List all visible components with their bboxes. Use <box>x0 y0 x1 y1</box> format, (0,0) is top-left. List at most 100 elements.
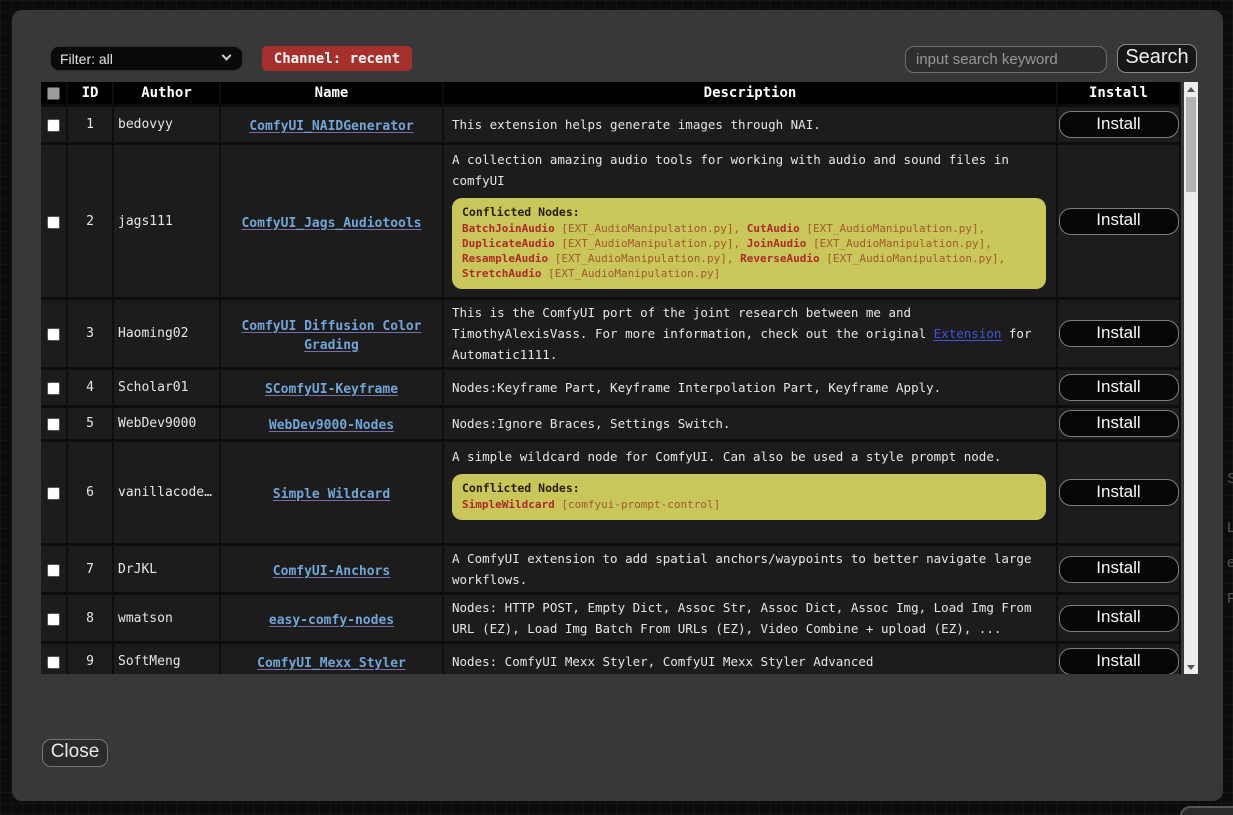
row-description: A ComfyUI extension to add spatial ancho… <box>444 546 1056 592</box>
conflict-source: [EXT_AudioManipulation.py], <box>555 237 747 250</box>
column-header-name: Name <box>221 82 442 104</box>
description-text: A simple wildcard node for ComfyUI. Can … <box>452 449 1001 464</box>
table-scrollbar[interactable] <box>1184 82 1198 674</box>
comfyui-canvas-background: { "header_bar": { "filter_label": "Filte… <box>0 0 1233 815</box>
conflict-source: [EXT_AudioManipulation.py], <box>820 252 1005 265</box>
row-description: This extension helps generate images thr… <box>444 107 1056 142</box>
background-menu-fragment: L <box>1227 519 1233 536</box>
row-checkbox[interactable] <box>47 216 60 229</box>
table-row: 2 jags111 ComfyUI_Jags_Audiotools A coll… <box>41 145 1179 297</box>
header-checkbox-cell <box>41 82 66 104</box>
table-row: 1 bedovyy ComfyUI_NAIDGenerator This ext… <box>41 107 1179 142</box>
conflict-title: Conflicted Nodes: <box>462 205 1036 220</box>
extension-name-link[interactable]: ComfyUI_Mexx_Styler <box>257 656 406 671</box>
row-id: 1 <box>68 107 112 142</box>
description-text: This is the ComfyUI port of the joint re… <box>452 305 934 341</box>
search-button[interactable]: Search <box>1117 44 1197 73</box>
extension-name-link[interactable]: ComfyUI-Anchors <box>273 564 390 579</box>
external-extension-link[interactable]: Extension <box>934 326 1002 341</box>
conflicted-nodes-warning: Conflicted Nodes: BatchJoinAudio [EXT_Au… <box>452 198 1046 289</box>
row-author: DrJKL <box>114 546 219 592</box>
table-row: 6 vanillacode… Simple Wildcard A simple … <box>41 442 1179 543</box>
conflict-node: CutAudio <box>747 222 800 235</box>
extension-name-link[interactable]: WebDev9000-Nodes <box>269 418 394 433</box>
install-button[interactable]: Install <box>1059 320 1179 347</box>
row-checkbox[interactable] <box>47 382 60 395</box>
scrollbar-thumb[interactable] <box>1186 97 1196 192</box>
background-menu-fragment: e <box>1227 554 1233 571</box>
extension-name-link[interactable]: ComfyUI_Jags_Audiotools <box>241 216 421 231</box>
select-all-checkbox[interactable] <box>47 87 60 100</box>
row-description: This is the ComfyUI port of the joint re… <box>444 300 1056 367</box>
filter-dropdown[interactable]: Filter: all <box>50 46 243 71</box>
install-button[interactable]: Install <box>1059 556 1179 583</box>
search-input[interactable] <box>905 46 1107 73</box>
install-button[interactable]: Install <box>1059 648 1179 674</box>
row-checkbox[interactable] <box>47 328 60 341</box>
conflict-node: DuplicateAudio <box>462 237 555 250</box>
channel-badge[interactable]: Channel: recent <box>262 46 412 71</box>
extension-name-link[interactable]: ComfyUI Diffusion Color Grading <box>241 319 421 353</box>
row-description: Nodes:Ignore Braces, Settings Switch. <box>444 408 1056 439</box>
table-row: 5 WebDev9000 WebDev9000-Nodes Nodes:Igno… <box>41 408 1179 439</box>
extension-name-link[interactable]: ComfyUI_NAIDGenerator <box>249 119 413 134</box>
table-header-row: ID Author Name Description Install <box>41 82 1179 104</box>
table-row: 8 wmatson easy-comfy-nodes Nodes: HTTP P… <box>41 595 1179 641</box>
description-text: A collection amazing audio tools for wor… <box>452 152 1009 188</box>
triangle-down-icon <box>1187 665 1195 670</box>
column-header-author: Author <box>114 82 219 104</box>
row-id: 7 <box>68 546 112 592</box>
conflict-source: [comfyui-prompt-control] <box>555 498 721 511</box>
row-description: A collection amazing audio tools for wor… <box>444 145 1056 297</box>
row-id: 4 <box>68 370 112 405</box>
conflict-source: [EXT_AudioManipulation.py], <box>548 252 740 265</box>
conflict-source: [EXT_AudioManipulation.py], <box>800 222 985 235</box>
row-description: Nodes: ComfyUI Mexx Styler, ComfyUI Mexx… <box>444 644 1056 674</box>
scroll-up-button[interactable] <box>1184 82 1198 96</box>
triangle-up-icon <box>1187 87 1195 92</box>
table-row: 4 Scholar01 SComfyUI-Keyframe Nodes:Keyf… <box>41 370 1179 405</box>
conflicted-nodes-warning: Conflicted Nodes: SimpleWildcard [comfyu… <box>452 474 1046 520</box>
scroll-down-button[interactable] <box>1184 660 1198 674</box>
row-checkbox[interactable] <box>47 656 60 669</box>
conflict-node: SimpleWildcard <box>462 498 555 511</box>
extension-name-link[interactable]: easy-comfy-nodes <box>269 613 394 628</box>
background-menu-fragment: P <box>1227 590 1233 607</box>
row-id: 6 <box>68 442 112 543</box>
extension-name-link[interactable]: SComfyUI-Keyframe <box>265 382 398 397</box>
row-author: Scholar01 <box>114 370 219 405</box>
row-checkbox[interactable] <box>47 613 60 626</box>
row-id: 3 <box>68 300 112 367</box>
install-button[interactable]: Install <box>1059 208 1179 235</box>
custom-nodes-table: ID Author Name Description Install 1 bed… <box>41 82 1181 674</box>
custom-nodes-install-dialog: Filter: all Channel: recent Search ID Au… <box>12 10 1223 801</box>
row-checkbox[interactable] <box>47 487 60 500</box>
install-button[interactable]: Install <box>1059 410 1179 437</box>
nodes-table-viewport: ID Author Name Description Install 1 bed… <box>41 82 1184 674</box>
extension-name-link[interactable]: Simple Wildcard <box>273 487 390 502</box>
conflict-node: ReverseAudio <box>740 252 819 265</box>
row-description: Nodes:Keyframe Part, Keyframe Interpolat… <box>444 370 1056 405</box>
column-header-id: ID <box>68 82 112 104</box>
row-author: wmatson <box>114 595 219 641</box>
conflict-source: [EXT_AudioManipulation.py], <box>555 222 747 235</box>
install-button[interactable]: Install <box>1059 479 1179 506</box>
row-author: vanillacode… <box>114 442 219 543</box>
row-id: 9 <box>68 644 112 674</box>
install-button[interactable]: Install <box>1059 111 1179 138</box>
column-header-description: Description <box>444 82 1056 104</box>
close-button[interactable]: Close <box>42 739 108 767</box>
conflict-source: [EXT_AudioManipulation.py] <box>541 267 720 280</box>
install-button[interactable]: Install <box>1059 605 1179 632</box>
conflict-source: [EXT_AudioManipulation.py], <box>806 237 991 250</box>
row-author: SoftMeng <box>114 644 219 674</box>
conflict-node: ResampleAudio <box>462 252 548 265</box>
row-checkbox[interactable] <box>47 119 60 132</box>
table-row: 7 DrJKL ComfyUI-Anchors A ComfyUI extens… <box>41 546 1179 592</box>
background-button-fragment <box>1180 806 1233 815</box>
row-author: bedovyy <box>114 107 219 142</box>
install-button[interactable]: Install <box>1059 374 1179 401</box>
row-checkbox[interactable] <box>47 418 60 431</box>
row-checkbox[interactable] <box>47 564 60 577</box>
row-author: Haoming02 <box>114 300 219 367</box>
